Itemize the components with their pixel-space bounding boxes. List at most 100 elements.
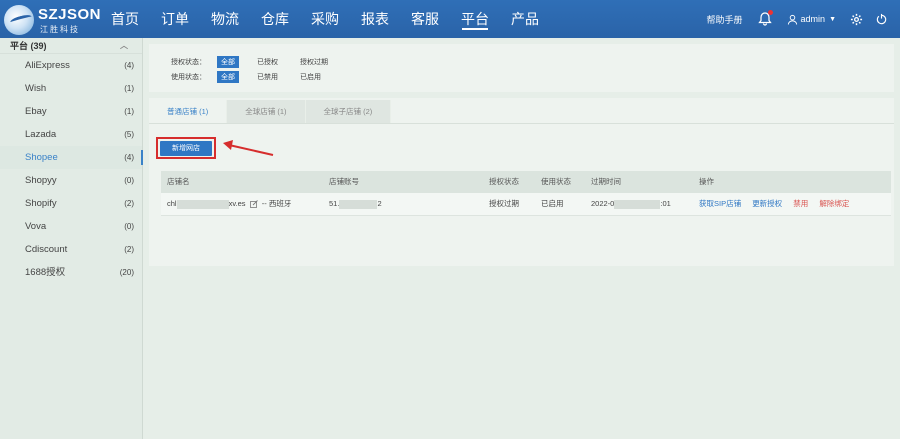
sidebar-item-lazada[interactable]: Lazada (5) [0,123,142,146]
power-icon[interactable] [875,13,888,26]
nav-orders[interactable]: 订单 [150,0,200,38]
tab-global-shops[interactable]: 全球店铺 (1) [227,100,306,123]
nav-reports[interactable]: 报表 [350,0,400,38]
topbar-right: 帮助手册 admin ▼ [707,0,900,38]
use-filter-disabled[interactable]: 已禁用 [253,71,282,83]
nav-purchasing[interactable]: 采购 [300,0,350,38]
shop-name-cell: chl xv.es -- 西班牙 [161,193,323,215]
brand-logo[interactable]: SZJSON 江胜科技 [4,2,101,36]
brand-name: SZJSON [38,6,102,23]
gear-icon[interactable] [850,13,863,26]
auth-filter-expired[interactable]: 授权过期 [296,56,332,68]
sidebar-item-count: (1) [124,84,134,93]
chevron-down-icon: ▼ [829,15,836,23]
shop-type-tabs: 普通店铺 (1) 全球店铺 (1) 全球子店铺 (2) [149,100,392,123]
sidebar-header[interactable]: 平台 (39) ︿ [0,38,142,54]
expire-suffix: :01 [660,199,671,208]
sidebar-item-count: (2) [124,199,134,208]
sidebar-item-aliexpress[interactable]: AliExpress (4) [0,54,142,77]
use-status-cell: 已启用 [541,199,564,208]
sidebar-item-shopify[interactable]: Shopify (2) [0,192,142,215]
filter-label: 使用状态： [171,74,206,81]
nav-warehouse[interactable]: 仓库 [250,0,300,38]
disable-link[interactable]: 禁用 [793,199,808,208]
shop-region: -- 西班牙 [261,199,292,208]
shop-list-panel: 普通店铺 (1) 全球店铺 (1) 全球子店铺 (2) 新增网店 店铺名 店铺账… [149,98,894,266]
sidebar-item-count: (0) [124,176,134,185]
shop-account-cell: 51. 2 [323,193,483,215]
sidebar-header-label: 平台 (39) [10,41,47,51]
edit-icon[interactable] [249,200,258,208]
redacted-text [614,199,661,209]
sidebar-item-wish[interactable]: Wish (1) [0,77,142,100]
chevron-up-icon[interactable]: ︿ [120,38,128,54]
tabs-divider [149,123,894,124]
col-use-status: 使用状态 [541,177,571,186]
sidebar-item-1688[interactable]: 1688授权 (20) [0,261,142,284]
sidebar-item-ebay[interactable]: Ebay (1) [0,100,142,123]
sidebar-item-label: 1688授权 [25,267,66,278]
filter-panel: 授权状态： 全部 已授权 授权过期 使用状态： 全部 已禁用 已启用 [149,44,894,92]
sidebar-item-label: Shopee [25,152,58,163]
sidebar-item-label: AliExpress [25,60,70,71]
top-navbar: SZJSON 江胜科技 首页 订单 物流 仓库 采购 报表 客服 平台 产品 帮… [0,0,900,38]
sidebar-item-label: Shopify [25,198,57,209]
auth-filter-authorized[interactable]: 已授权 [253,56,282,68]
auth-filter-all[interactable]: 全部 [217,56,239,68]
account-prefix: 51. [329,199,340,208]
use-filter-all[interactable]: 全部 [217,71,239,83]
redacted-text [176,199,229,209]
get-sip-shop-link[interactable]: 获取SIP店铺 [699,199,741,208]
col-shop-name: 店铺名 [167,177,190,186]
sidebar-item-cdiscount[interactable]: Cdiscount (2) [0,238,142,261]
user-icon [787,14,797,25]
sidebar-item-count: (20) [119,268,134,277]
nav-products[interactable]: 产品 [500,0,550,38]
nav-logistics[interactable]: 物流 [200,0,250,38]
sidebar-item-count: (2) [124,245,134,254]
sidebar-item-shopee[interactable]: Shopee (4) [0,146,143,169]
unbind-link[interactable]: 解除绑定 [819,199,849,208]
sidebar-item-label: Ebay [25,106,47,117]
username: admin [800,14,826,24]
account-suffix: 2 [377,199,382,208]
col-actions: 操作 [699,177,714,186]
sidebar-item-count: (4) [124,153,134,162]
help-manual-link[interactable]: 帮助手册 [707,13,743,26]
redacted-text [339,199,378,209]
notification-bell-icon[interactable] [757,10,773,27]
annotation-arrow [223,140,274,156]
nav-platform[interactable]: 平台 [450,0,500,38]
col-shop-account: 店铺账号 [329,177,359,186]
brand-subtitle: 江胜科技 [40,25,80,34]
sidebar-item-count: (1) [124,107,134,116]
main-content: 授权状态： 全部 已授权 授权过期 使用状态： 全部 已禁用 已启用 普通店铺 … [143,38,900,439]
nav-home[interactable]: 首页 [100,0,150,38]
use-status-filter: 使用状态： 全部 已禁用 已启用 [171,71,339,83]
table-row: chl xv.es -- 西班牙 51. 2 授权过期 已启用 2022-0:01 … [161,193,891,216]
update-auth-link[interactable]: 更新授权 [752,199,782,208]
tab-global-sub-shops[interactable]: 全球子店铺 (2) [305,100,392,123]
shop-name-prefix: chl [167,199,177,208]
sidebar-item-count: (0) [124,222,134,231]
auth-status-cell: 授权过期 [489,199,519,208]
nav-customer-service[interactable]: 客服 [400,0,450,38]
user-menu[interactable]: admin ▼ [787,14,836,25]
platform-sidebar: 平台 (39) ︿ AliExpress (4) Wish (1) Ebay (1) … [0,38,143,439]
tab-normal-shops[interactable]: 普通店铺 (1) [149,100,228,123]
sidebar-item-label: Lazada [25,129,57,140]
col-auth-status: 授权状态 [489,177,519,186]
actions-cell: 获取SIP店铺 更新授权 禁用 解除绑定 [693,193,891,215]
sidebar-item-vova[interactable]: Vova (0) [0,215,142,238]
sidebar-item-count: (4) [124,61,134,70]
table-header: 店铺名 店铺账号 授权状态 使用状态 过期时间 操作 [161,171,891,193]
sidebar-item-shopyy[interactable]: Shopyy (0) [0,169,142,192]
use-filter-enabled[interactable]: 已启用 [296,71,325,83]
shop-table: 店铺名 店铺账号 授权状态 使用状态 过期时间 操作 chl xv.es -- 西… [161,171,891,216]
sidebar-item-label: Vova [25,221,47,232]
notification-dot [767,10,773,15]
sidebar-item-label: Shopyy [25,175,57,186]
add-shop-button[interactable]: 新增网店 [160,141,212,156]
filter-label: 授权状态： [171,59,206,66]
expire-time-cell: 2022-0:01 [585,193,693,215]
